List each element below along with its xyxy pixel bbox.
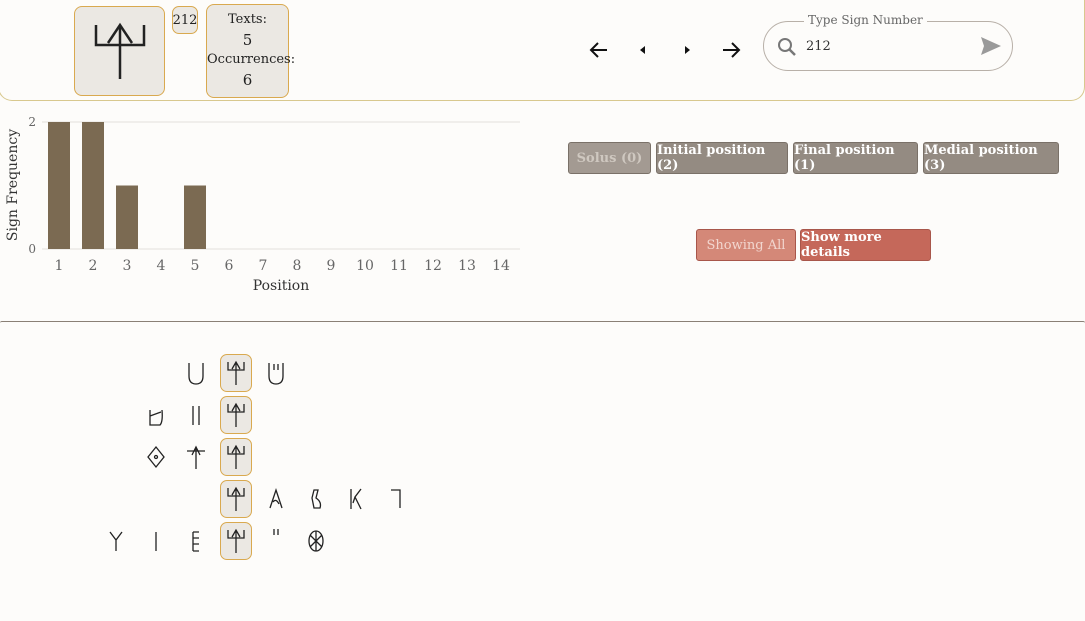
sign-212-occurrence[interactable] (220, 480, 252, 518)
sign-branch-icon (350, 488, 362, 510)
chart-x-tick-label: 9 (327, 258, 336, 274)
sign-number-input[interactable] (806, 36, 966, 56)
sign-y-icon (109, 531, 123, 551)
sign-glyph[interactable] (100, 522, 132, 560)
chart-x-ticks: 1 2 3 4 5 6 7 8 9 10 11 12 13 14 (55, 258, 510, 274)
chart-x-tick-label: 8 (293, 258, 302, 274)
chart-bars (48, 122, 206, 249)
show-more-details-button[interactable]: Show more details (800, 229, 931, 261)
caret-left-icon (640, 46, 645, 54)
chart-y-tick-label: 0 (28, 242, 36, 256)
sign-double-tick-icon (273, 529, 279, 535)
chart-y-ticks: 02 (28, 115, 36, 256)
sign-glyph[interactable] (180, 438, 212, 476)
chart-x-tick-label: 4 (157, 258, 166, 274)
search-legend: Type Sign Number (804, 13, 927, 27)
chart-y-tick-label: 2 (28, 115, 36, 129)
last-sign-button[interactable] (719, 38, 743, 62)
sign-glyph[interactable] (260, 354, 292, 392)
showing-all-button[interactable]: Showing All (696, 229, 796, 261)
chart-x-tick-label: 14 (492, 258, 510, 274)
sign-212-occurrence[interactable] (220, 522, 252, 560)
chart-bar[interactable] (184, 185, 206, 250)
sign-comb-icon (192, 531, 199, 552)
texts-count: 5 (242, 31, 253, 49)
chart-x-tick-label: 11 (390, 258, 408, 274)
chart-y-label: Sign Frequency (5, 129, 21, 241)
sign-stroke-icon (155, 532, 157, 551)
sign-diamond-icon (147, 445, 165, 469)
chart-x-tick-label: 12 (424, 258, 442, 274)
chart-bar[interactable] (82, 122, 104, 249)
sign-glyph[interactable] (180, 396, 212, 434)
solus-filter-button[interactable]: Solus (0) (568, 142, 651, 174)
chart-grid (42, 121, 520, 250)
sign-glyph[interactable] (300, 522, 332, 560)
caret-right-icon (685, 46, 690, 54)
sign-212-icon (94, 22, 145, 79)
sign-stats: Texts: 5 Occurrences: 6 (206, 4, 296, 98)
medial-position-filter-button[interactable]: Medial position (3) (923, 142, 1059, 174)
texts-label: Texts: (228, 12, 267, 27)
sign-glyph[interactable] (140, 522, 172, 560)
chart-x-tick-label: 5 (191, 258, 200, 274)
sign-hook-icon (311, 489, 322, 509)
occurrences-label: Occurrences: (207, 52, 296, 67)
sign-u-ticks-icon (268, 363, 284, 385)
chart-x-tick-label: 6 (225, 258, 234, 274)
sign-jar-icon (149, 409, 163, 426)
chart-bar[interactable] (116, 185, 138, 250)
sign-double-stroke-icon (192, 406, 200, 425)
chart-x-tick-label: 7 (259, 258, 268, 274)
position-frequency-chart: 1 2 3 4 5 6 7 8 9 10 11 12 13 14 02 Position Sign Fre… (5, 115, 520, 294)
sign-glyph[interactable] (140, 438, 172, 476)
sign-u-icon (188, 363, 204, 385)
sign-212-occurrence[interactable] (220, 438, 252, 476)
arrow-left-icon (589, 42, 607, 58)
sign-glyph[interactable] (260, 480, 292, 518)
chart-x-tick-label: 10 (356, 258, 374, 274)
chart-bar[interactable] (48, 122, 70, 249)
arrow-right-icon (723, 42, 741, 58)
section-divider (0, 321, 1085, 323)
previous-sign-button[interactable] (631, 38, 655, 62)
sign-glyph[interactable] (300, 480, 332, 518)
search-icon[interactable] (776, 36, 798, 58)
sign-212-icon (227, 444, 245, 469)
sign-glyph[interactable] (340, 480, 372, 518)
sign-glyph-display (74, 6, 165, 96)
sign-search: Type Sign Number (763, 13, 1013, 71)
first-sign-button[interactable] (587, 38, 611, 62)
sign-crossed-circle-icon (308, 530, 324, 552)
sign-212-icon (227, 486, 245, 511)
sign-glyph[interactable] (260, 515, 292, 553)
chart-x-tick-label: 2 (89, 258, 98, 274)
chart-x-tick-label: 13 (458, 258, 476, 274)
next-sign-button[interactable] (675, 38, 699, 62)
chart-x-tick-label: 1 (55, 258, 64, 274)
final-position-filter-button[interactable]: Final position (1) (793, 142, 918, 174)
sign-number-badge: 212 (172, 6, 198, 34)
sign-a-icon (269, 487, 283, 509)
sign-212-icon (227, 528, 245, 553)
sign-glyph[interactable] (180, 522, 212, 560)
sign-glyph[interactable] (140, 396, 172, 434)
sign-glyph[interactable] (380, 480, 412, 518)
send-icon[interactable] (979, 35, 1003, 57)
sign-seven-icon (391, 489, 401, 508)
chart-x-tick-label: 3 (123, 258, 132, 274)
sign-212-icon (227, 402, 245, 427)
sign-arrow-tree-icon (187, 445, 205, 469)
sign-212-occurrence[interactable] (220, 396, 252, 434)
sign-212-icon (227, 360, 245, 385)
sign-212-occurrence[interactable] (220, 354, 252, 392)
sign-glyph[interactable] (180, 354, 212, 392)
occurrences-count: 6 (242, 71, 253, 89)
initial-position-filter-button[interactable]: Initial position (2) (656, 142, 788, 174)
chart-x-label: Position (253, 278, 310, 294)
